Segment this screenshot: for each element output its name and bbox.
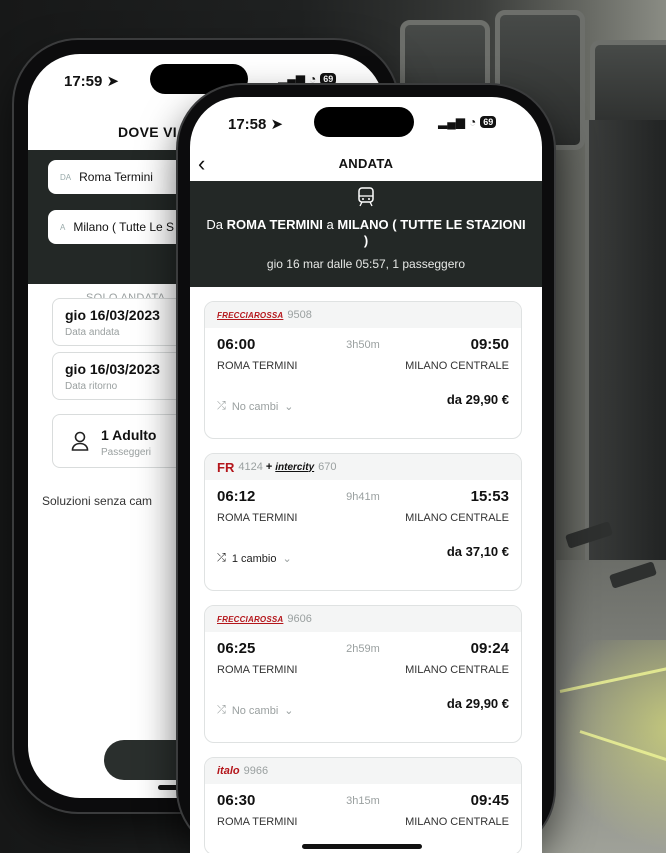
changes-toggle[interactable]: ⤮ No cambi ⌄ bbox=[217, 704, 294, 717]
chevron-down-icon: ⌄ bbox=[284, 401, 294, 413]
page-title: DOVE VI bbox=[118, 124, 177, 140]
destination-station: MILANO CENTRALE bbox=[405, 360, 509, 372]
train-operator: italo 9966 bbox=[205, 758, 521, 784]
price: da 29,90 € bbox=[446, 392, 509, 407]
dynamic-island bbox=[314, 107, 414, 137]
arrival-time: 09:45 bbox=[470, 792, 509, 809]
destination-station: MILANO CENTRALE bbox=[405, 512, 509, 524]
departure-time: 06:00 bbox=[217, 336, 256, 353]
direct-only-option[interactable]: Soluzioni senza cam bbox=[42, 494, 152, 508]
trenitalia-logo-icon: FR bbox=[217, 459, 235, 475]
front-phone: 17:58 ➤ ▂▄▆ ◔ 69 ‹ ANDATA Da ROMA TERMIN… bbox=[178, 85, 554, 853]
train-door bbox=[585, 120, 666, 590]
origin-station: ROMA TERMINI bbox=[217, 664, 298, 676]
status-time: 17:59 ➤ bbox=[64, 73, 120, 90]
train-result-card[interactable]: FRECCIAROSSA 9606 06:25 2h59m 09:24 ROMA T… bbox=[204, 605, 522, 743]
page-title: ANDATA bbox=[338, 155, 394, 171]
status-icons: ▂▄▆ ◔ 69 bbox=[278, 72, 337, 86]
changes-toggle[interactable]: ⤮ No cambi ⌄ bbox=[217, 400, 294, 413]
shuffle-icon: ⤮ bbox=[217, 552, 226, 564]
chevron-down-icon: ⌄ bbox=[282, 553, 292, 565]
price: da 37,10 € bbox=[446, 544, 509, 559]
signal-icon: ▂▄▆ bbox=[278, 72, 305, 86]
front-phone-screen: 17:58 ➤ ▂▄▆ ◔ 69 ‹ ANDATA Da ROMA TERMIN… bbox=[190, 97, 542, 853]
origin-station: ROMA TERMINI bbox=[217, 360, 298, 372]
user-icon bbox=[71, 431, 89, 451]
status-time: 17:58 ➤ bbox=[228, 116, 284, 133]
arrival-time: 09:50 bbox=[470, 336, 509, 353]
price: da 29,90 € bbox=[446, 696, 509, 711]
departure-time: 06:30 bbox=[217, 792, 256, 809]
duration: 3h50m bbox=[346, 338, 380, 351]
wifi-icon: ◔ bbox=[308, 72, 317, 86]
origin-station: ROMA TERMINI bbox=[217, 816, 298, 828]
train-result-card[interactable]: italo 9966 06:30 3h15m 09:45 ROMA TERMINI M… bbox=[204, 757, 522, 853]
train-operator: FR 4124 + intercity 670 bbox=[205, 454, 521, 480]
arrival-time: 15:53 bbox=[470, 488, 509, 505]
destination-station: MILANO CENTRALE bbox=[405, 664, 509, 676]
route-summary: Da ROMA TERMINI a MILANO ( TUTTE LE STAZ… bbox=[190, 181, 542, 287]
battery-icon: 69 bbox=[480, 116, 497, 128]
train-result-card[interactable]: FR 4124 + intercity 670 06:12 9h41m 15:53 … bbox=[204, 453, 522, 591]
route-text: Da ROMA TERMINI a MILANO ( TUTTE LE STAZ… bbox=[206, 217, 526, 248]
departure-time: 06:12 bbox=[217, 488, 256, 505]
route-details: gio 16 mar dalle 05:57, 1 passeggero bbox=[266, 257, 466, 271]
shuffle-icon: ⤮ bbox=[217, 704, 226, 716]
duration: 3h15m bbox=[346, 794, 380, 807]
nav-bar: ‹ ANDATA bbox=[190, 145, 542, 181]
home-indicator bbox=[302, 844, 422, 849]
destination-station: MILANO CENTRALE bbox=[405, 816, 509, 828]
wifi-icon: ◔ bbox=[468, 115, 477, 129]
train-operator: FRECCIAROSSA 9606 bbox=[205, 606, 521, 632]
origin-station: ROMA TERMINI bbox=[217, 512, 298, 524]
status-icons: ▂▄▆ ◔ 69 bbox=[438, 115, 497, 129]
chevron-down-icon: ⌄ bbox=[284, 705, 294, 717]
duration: 2h59m bbox=[346, 642, 380, 655]
back-chevron-icon[interactable]: ‹ bbox=[198, 151, 205, 177]
arrival-time: 09:24 bbox=[470, 640, 509, 657]
duration: 9h41m bbox=[346, 490, 380, 503]
signal-icon: ▂▄▆ bbox=[438, 115, 465, 129]
train-icon bbox=[358, 187, 374, 207]
changes-toggle[interactable]: ⤮ 1 cambio ⌄ bbox=[217, 552, 292, 565]
departure-time: 06:25 bbox=[217, 640, 256, 657]
results-list: FRECCIAROSSA 9508 06:00 3h50m 09:50 ROMA T… bbox=[190, 287, 542, 853]
shuffle-icon: ⤮ bbox=[217, 400, 226, 412]
battery-icon: 69 bbox=[320, 73, 337, 85]
train-operator: FRECCIAROSSA 9508 bbox=[205, 302, 521, 328]
train-result-card[interactable]: FRECCIAROSSA 9508 06:00 3h50m 09:50 ROMA T… bbox=[204, 301, 522, 439]
